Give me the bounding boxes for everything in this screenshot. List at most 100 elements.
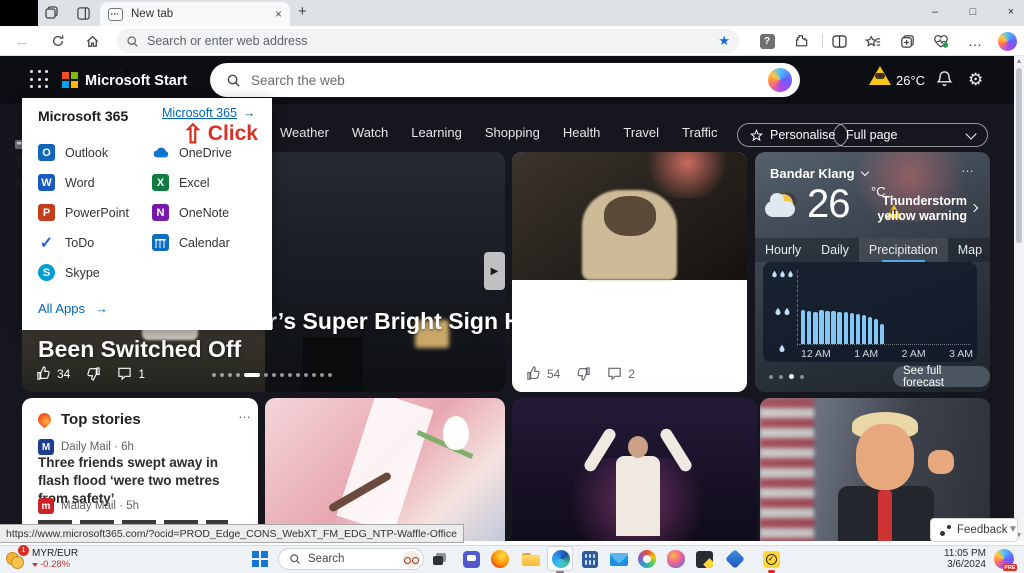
app-word[interactable]: W Word bbox=[38, 174, 95, 191]
header-temperature[interactable]: 26°C bbox=[896, 73, 925, 88]
refresh-icon[interactable] bbox=[48, 31, 68, 51]
web-search-input[interactable]: Search the web bbox=[210, 63, 800, 97]
see-full-forecast-button[interactable]: See full forecast bbox=[893, 366, 990, 387]
thumbs-down-icon[interactable] bbox=[576, 366, 591, 381]
nav-item-traffic[interactable]: Traffic bbox=[682, 125, 717, 140]
help-icon[interactable]: ? bbox=[756, 30, 778, 52]
app-powerpoint[interactable]: P PowerPoint bbox=[38, 204, 129, 221]
extensions-icon[interactable] bbox=[790, 30, 812, 52]
new-tab-button[interactable]: + bbox=[298, 3, 307, 20]
taskbar-widget[interactable]: 1 MYR/EUR -0.28% bbox=[6, 548, 78, 570]
hero-slide-photo-right[interactable] bbox=[265, 152, 505, 392]
microsoft-logo[interactable] bbox=[62, 72, 78, 88]
weather-page-dots[interactable] bbox=[769, 374, 804, 379]
home-icon[interactable] bbox=[82, 31, 102, 51]
back-icon[interactable]: ← bbox=[12, 31, 32, 51]
app-calendar[interactable]: Calendar bbox=[152, 234, 230, 251]
story-source-row: m Malay Mail · 5h bbox=[38, 498, 139, 514]
layout-dropdown[interactable]: Full page bbox=[833, 123, 988, 147]
sticky-notes-icon[interactable] bbox=[694, 549, 714, 569]
nav-item-travel[interactable]: Travel bbox=[623, 125, 659, 140]
teams-icon[interactable] bbox=[461, 549, 481, 569]
nav-item-shopping[interactable]: Shopping bbox=[485, 125, 540, 140]
edge-icon[interactable] bbox=[551, 549, 571, 569]
microsoft-365-flyout: Microsoft 365 Microsoft 365 → ⇧ Click O … bbox=[22, 98, 272, 330]
nav-item-learning[interactable]: Learning bbox=[411, 125, 462, 140]
thumbs-down-icon[interactable] bbox=[86, 366, 101, 381]
browser-tab[interactable]: New tab × bbox=[100, 2, 290, 26]
feedback-button[interactable]: Feedback bbox=[930, 518, 1018, 542]
weather-warning-icon[interactable] bbox=[869, 66, 891, 85]
article-card[interactable] bbox=[512, 152, 747, 392]
workspaces-icon[interactable] bbox=[44, 4, 62, 22]
collapse-caret-icon[interactable]: ▼ bbox=[1008, 524, 1018, 535]
hero-headline-line1[interactable]: r’s Super Bright Sign Has bbox=[268, 308, 547, 335]
notifications-bell-icon[interactable] bbox=[936, 70, 953, 93]
copilot-search-icon[interactable] bbox=[768, 68, 792, 92]
taskbar-clock[interactable]: 11:05 PM 3/6/2024 bbox=[928, 548, 986, 570]
carousel-dots[interactable] bbox=[212, 373, 332, 377]
address-bar[interactable]: Search or enter web address ★ bbox=[116, 29, 740, 53]
firefox-icon[interactable] bbox=[490, 549, 510, 569]
scroll-up-icon[interactable]: ▲ bbox=[1014, 58, 1024, 65]
paint3d-icon[interactable] bbox=[666, 549, 686, 569]
settings-more-icon[interactable]: … bbox=[964, 30, 986, 52]
copilot-tray-icon[interactable]: PRE bbox=[994, 549, 1014, 569]
top-stories-more-icon[interactable]: … bbox=[238, 406, 251, 421]
all-apps-link[interactable]: All Apps → bbox=[38, 301, 108, 316]
calculator-icon[interactable] bbox=[580, 549, 600, 569]
article-photo[interactable] bbox=[512, 152, 747, 280]
app-outlook[interactable]: O Outlook bbox=[38, 144, 108, 161]
favorites-icon[interactable] bbox=[862, 30, 884, 52]
weather-warning[interactable]: Thunderstorm yellow warning bbox=[755, 194, 967, 224]
tab-daily[interactable]: Daily bbox=[811, 238, 859, 262]
nav-item-weather[interactable]: Weather bbox=[280, 125, 329, 140]
brand-title[interactable]: Microsoft Start bbox=[85, 73, 187, 89]
window-maximize-button[interactable]: □ bbox=[958, 0, 988, 24]
weather-more-icon[interactable]: … bbox=[961, 160, 974, 175]
weather-location[interactable]: Bandar Klang bbox=[770, 166, 868, 181]
settings-gear-icon[interactable]: ⚙ bbox=[968, 70, 983, 90]
taskbar-search[interactable]: Search bbox=[278, 548, 424, 570]
hero-headline-line2[interactable]: Been Switched Off bbox=[38, 336, 241, 363]
thumbs-up-icon[interactable] bbox=[36, 366, 51, 381]
precipitation-chart[interactable]: 12 AM 1 AM 2 AM 3 AM bbox=[763, 262, 977, 362]
app-onenote[interactable]: N OneNote bbox=[152, 204, 229, 221]
file-explorer-icon[interactable] bbox=[521, 549, 541, 569]
carousel-next-button[interactable]: ▶ bbox=[484, 252, 505, 290]
tab-actions-icon[interactable] bbox=[76, 4, 94, 22]
chevron-right-icon[interactable] bbox=[971, 205, 977, 211]
click-annotation: ⇧ Click bbox=[182, 122, 258, 146]
favorite-star-icon[interactable]: ★ bbox=[718, 33, 730, 49]
tab-precipitation[interactable]: Precipitation bbox=[859, 238, 948, 262]
app-skype[interactable]: S Skype bbox=[38, 264, 100, 281]
mail-icon[interactable] bbox=[609, 549, 629, 569]
app-excel[interactable]: X Excel bbox=[152, 174, 210, 191]
comments-icon[interactable] bbox=[607, 366, 622, 381]
split-screen-icon[interactable] bbox=[828, 30, 850, 52]
task-view-icon[interactable] bbox=[430, 549, 450, 569]
tab-close-icon[interactable]: × bbox=[275, 7, 282, 21]
page-scrollbar[interactable]: ▲ ▼ bbox=[1014, 56, 1024, 541]
nav-item-health[interactable]: Health bbox=[563, 125, 601, 140]
visual-studio-icon[interactable] bbox=[725, 549, 745, 569]
personalise-button[interactable]: Personalise bbox=[737, 123, 848, 147]
paint-icon[interactable] bbox=[637, 549, 657, 569]
comments-icon[interactable] bbox=[117, 366, 132, 381]
window-minimize-button[interactable]: – bbox=[920, 0, 950, 24]
tab-map[interactable]: Map bbox=[948, 238, 990, 262]
window-close-button[interactable]: × bbox=[996, 0, 1024, 24]
browser-essentials-icon[interactable] bbox=[930, 30, 952, 52]
scrollbar-thumb[interactable] bbox=[1016, 68, 1022, 243]
waffle-menu-icon[interactable] bbox=[30, 70, 50, 90]
tab-hourly[interactable]: Hourly bbox=[755, 238, 811, 262]
app-todo[interactable]: ✓ ToDo bbox=[38, 234, 94, 251]
microsoft-365-link[interactable]: Microsoft 365 → bbox=[162, 106, 256, 120]
collections-icon[interactable] bbox=[896, 30, 918, 52]
thumbs-up-icon[interactable] bbox=[526, 366, 541, 381]
todo-taskbar-icon[interactable]: ✓ bbox=[761, 549, 781, 569]
copilot-icon[interactable] bbox=[996, 30, 1018, 52]
start-button[interactable] bbox=[252, 551, 268, 567]
nav-item-watch[interactable]: Watch bbox=[352, 125, 388, 140]
weather-card[interactable]: Bandar Klang … 26 °C Thunderstorm yellow… bbox=[755, 152, 990, 392]
